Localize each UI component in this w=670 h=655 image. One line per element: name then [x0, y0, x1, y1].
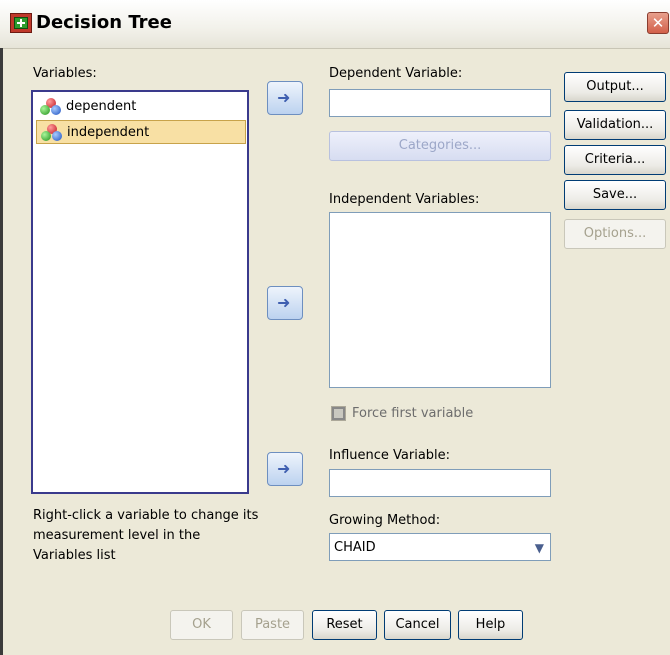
right-arrow-icon: ➜ [277, 88, 291, 107]
options-button[interactable]: Options... [564, 219, 666, 249]
decision-tree-app-icon [10, 13, 32, 33]
growing-method-select[interactable]: CHAID ▼ [329, 533, 551, 561]
force-first-variable-checkbox[interactable] [331, 406, 346, 421]
window-title: Decision Tree [36, 12, 172, 33]
decision-tree-dialog: Decision Tree ✕ Variables: dependent ind… [0, 0, 670, 655]
variables-label: Variables: [33, 66, 97, 81]
move-to-influence-button[interactable]: ➜ [267, 452, 303, 486]
dependent-variable-label: Dependent Variable: [329, 66, 463, 81]
ok-button[interactable]: OK [170, 610, 233, 640]
chevron-down-icon: ▼ [534, 541, 544, 555]
help-button[interactable]: Help [458, 610, 523, 640]
output-button[interactable]: Output... [564, 72, 666, 102]
influence-variable-label: Influence Variable: [329, 448, 451, 463]
nominal-variable-icon [41, 124, 63, 142]
independent-variables-listbox[interactable] [329, 212, 551, 388]
variables-hint-text: Right-click a variable to change its mea… [33, 508, 259, 563]
dependent-variable-field[interactable] [329, 89, 551, 117]
growing-method-label: Growing Method: [329, 513, 441, 528]
save-button[interactable]: Save... [564, 180, 666, 210]
influence-variable-field[interactable] [329, 469, 551, 497]
cancel-button[interactable]: Cancel [384, 610, 451, 640]
right-arrow-icon: ➜ [277, 293, 291, 312]
move-to-dependent-button[interactable]: ➜ [267, 81, 303, 115]
variable-name: independent [67, 125, 150, 140]
force-first-variable-label: Force first variable [352, 406, 474, 421]
independent-variables-label: Independent Variables: [329, 192, 480, 207]
categories-button[interactable]: Categories... [329, 131, 551, 161]
variables-listbox[interactable]: dependent independent [31, 90, 249, 494]
variable-item-independent[interactable]: independent [36, 120, 246, 144]
close-button[interactable]: ✕ [647, 12, 669, 34]
variable-item-dependent[interactable]: dependent [36, 95, 246, 119]
right-arrow-icon: ➜ [277, 459, 291, 478]
growing-method-value: CHAID [334, 540, 376, 555]
nominal-variable-icon [40, 98, 62, 116]
reset-button[interactable]: Reset [312, 610, 377, 640]
validation-button[interactable]: Validation... [564, 110, 666, 140]
variable-name: dependent [66, 99, 137, 114]
title-bar: Decision Tree ✕ [0, 0, 670, 49]
window-left-border [0, 48, 3, 655]
move-to-independent-button[interactable]: ➜ [267, 286, 303, 320]
paste-button[interactable]: Paste [241, 610, 304, 640]
criteria-button[interactable]: Criteria... [564, 145, 666, 175]
